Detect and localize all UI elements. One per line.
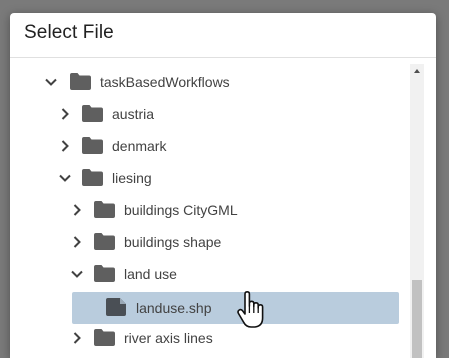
chevron-right-icon[interactable] <box>70 331 84 345</box>
tree-item-label: austria <box>112 106 155 122</box>
scroll-up-arrow-icon[interactable] <box>410 64 424 78</box>
folder-icon <box>94 329 115 346</box>
chevron-right-icon[interactable] <box>70 203 84 217</box>
vertical-scrollbar[interactable] <box>410 64 424 358</box>
chevron-down-icon[interactable] <box>58 171 72 185</box>
chevron-right-icon[interactable] <box>58 139 72 153</box>
folder-icon <box>94 233 115 250</box>
select-file-dialog: Select File taskBasedWorkflows austria d… <box>10 13 436 358</box>
chevron-down-icon[interactable] <box>44 75 58 89</box>
folder-icon <box>82 137 103 154</box>
folder-icon <box>94 201 115 218</box>
tree-item-austria[interactable]: austria <box>10 98 410 130</box>
tree-item-label: buildings shape <box>124 234 222 250</box>
folder-icon <box>70 73 91 90</box>
folder-icon <box>82 105 103 122</box>
hand-pointer-icon <box>236 291 266 331</box>
tree-item-land-use[interactable]: land use <box>10 258 410 290</box>
file-icon <box>106 298 126 316</box>
file-tree: taskBasedWorkflows austria denmark liesi… <box>10 58 410 358</box>
tree-item-denmark[interactable]: denmark <box>10 130 410 162</box>
chevron-right-icon[interactable] <box>58 107 72 121</box>
chevron-down-icon[interactable] <box>70 267 84 281</box>
tree-item-buildings-shape[interactable]: buildings shape <box>10 226 410 258</box>
folder-icon <box>82 169 103 186</box>
tree-item-label: denmark <box>112 138 167 154</box>
tree-item-taskbasedworkflows[interactable]: taskBasedWorkflows <box>10 66 410 98</box>
tree-item-landuse-shp[interactable]: landuse.shp <box>10 292 410 324</box>
dialog-title: Select File <box>24 22 114 43</box>
tree-item-label: liesing <box>112 170 152 186</box>
scrollbar-thumb[interactable] <box>412 280 422 358</box>
tree-item-label: buildings CityGML <box>124 202 238 218</box>
tree-item-label: river axis lines <box>124 330 213 346</box>
tree-item-river-axis-lines[interactable]: river axis lines <box>10 322 410 354</box>
folder-icon <box>94 265 115 282</box>
tree-item-label: land use <box>124 266 177 282</box>
tree-item-buildings-citygml[interactable]: buildings CityGML <box>10 194 410 226</box>
tree-item-liesing[interactable]: liesing <box>10 162 410 194</box>
tree-item-label: landuse.shp <box>136 300 212 316</box>
tree-item-label: taskBasedWorkflows <box>100 74 230 90</box>
chevron-right-icon[interactable] <box>70 235 84 249</box>
